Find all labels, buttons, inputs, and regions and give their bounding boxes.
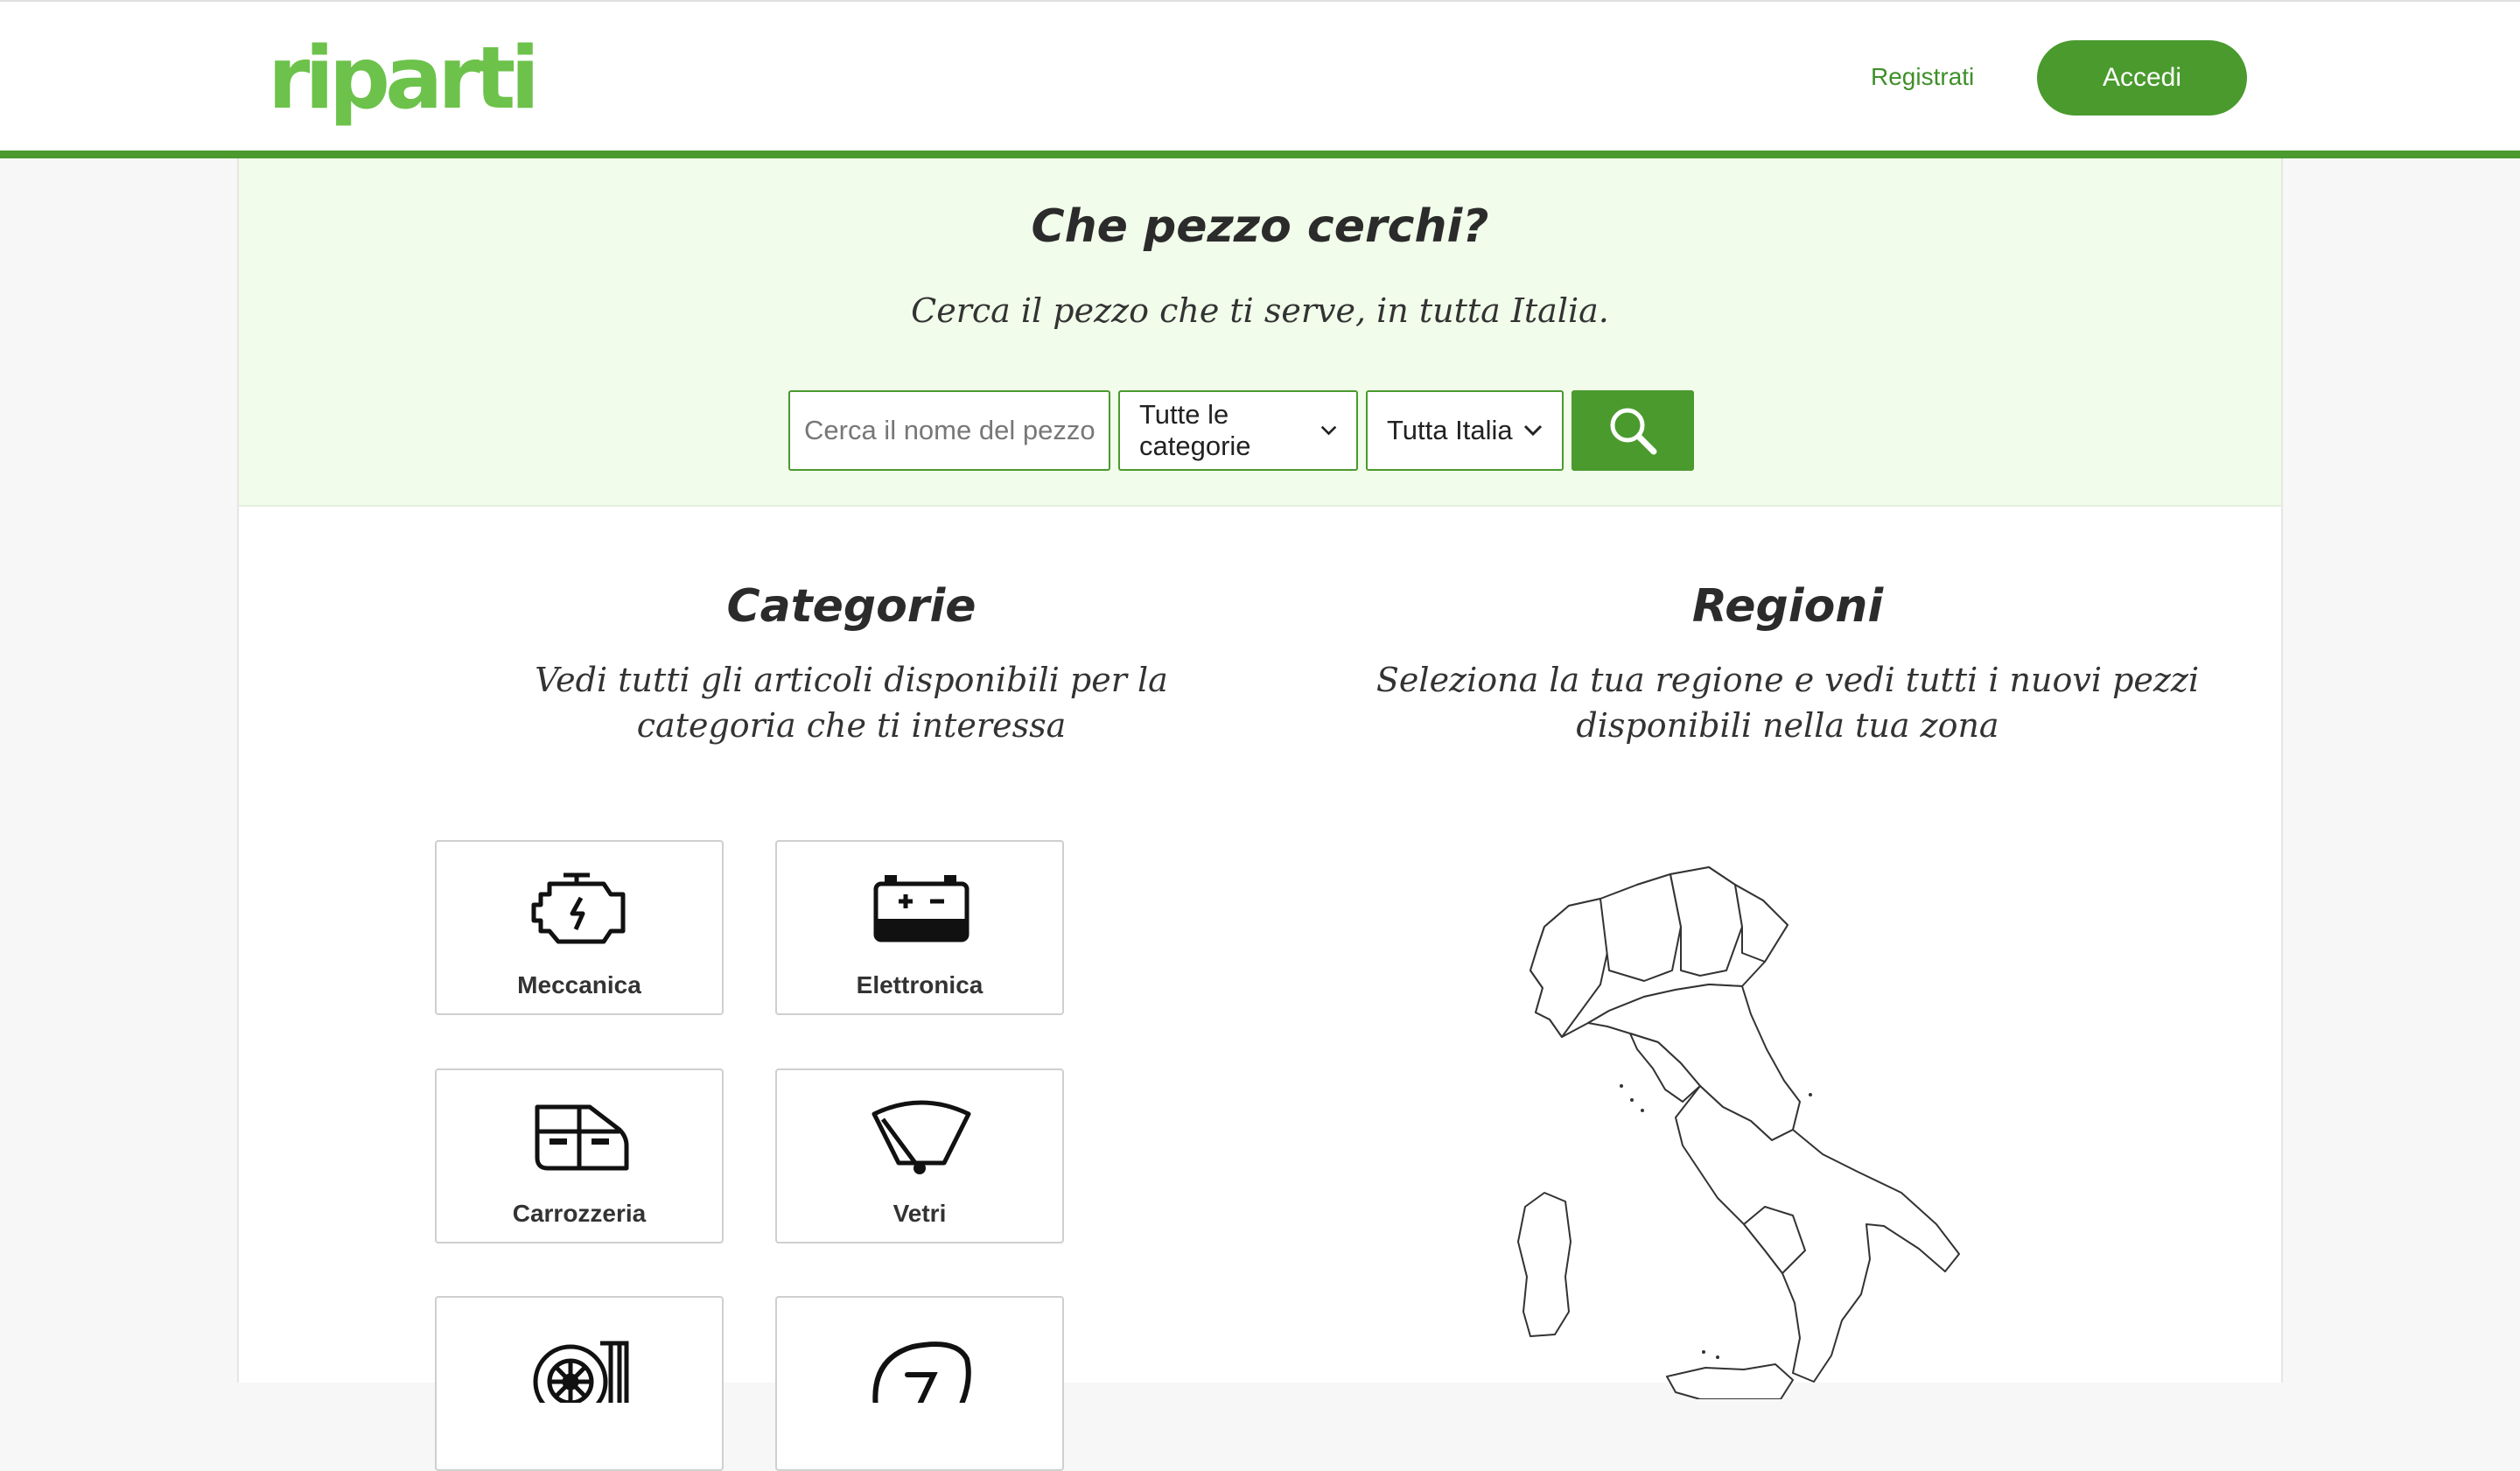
category-label: Elettronica — [856, 971, 984, 998]
categories-description: Vedi tutti gli articoli disponibili per … — [414, 657, 1289, 748]
map-region-south[interactable] — [1675, 1085, 1960, 1383]
regions-description-line1: Seleziona la tua regione e vedi tutti i … — [1376, 661, 2200, 699]
wheel-icon — [533, 1341, 629, 1403]
map-region-lombardia — [1600, 873, 1682, 982]
category-label: Carrozzeria — [512, 1200, 647, 1227]
register-link[interactable]: Registrati — [1871, 63, 1974, 91]
category-card-meccanica[interactable]: Meccanica — [435, 840, 724, 1015]
category-select[interactable]: Tutte le categorie — [1118, 390, 1358, 471]
italy-regions-map[interactable] — [1446, 839, 2024, 1399]
categories-description-line1: Vedi tutti gli articoli disponibili per … — [535, 661, 1168, 699]
region-select[interactable]: Tutta Italia — [1366, 390, 1564, 471]
hero-title: Che pezzo cerchi? — [1031, 200, 1489, 253]
search-button[interactable] — [1572, 390, 1694, 471]
category-label: Meccanica — [517, 971, 641, 998]
chevron-down-icon — [1523, 424, 1543, 437]
main-container: Che pezzo cerchi? Cerca il pezzo che ti … — [237, 158, 2283, 1471]
riparti-logo[interactable]: riparti — [268, 26, 540, 131]
map-region-sardegna[interactable] — [1517, 1192, 1572, 1337]
category-card-seat[interactable] — [775, 1296, 1064, 1471]
engine-icon — [531, 872, 626, 944]
seat-icon — [872, 1341, 971, 1403]
categories-description-line2: categoria che ti interessa — [636, 706, 1067, 745]
login-button[interactable]: Accedi — [2037, 40, 2247, 116]
category-card-vetri[interactable]: Vetri — [775, 1068, 1064, 1243]
battery-icon — [873, 875, 970, 942]
category-card-elettronica[interactable]: Elettronica — [775, 840, 1064, 1015]
category-card-carrozzeria[interactable]: Carrozzeria — [435, 1068, 724, 1243]
regions-description: Seleziona la tua regione e vedi tutti i … — [1306, 657, 2269, 748]
region-select-value: Tutta Italia — [1387, 415, 1513, 445]
regions-description-line2: disponibili nella tua zona — [1576, 706, 1999, 745]
header-divider — [0, 151, 2520, 158]
map-region-friuli — [1734, 884, 1788, 963]
search-hero: Che pezzo cerchi? Cerca il pezzo che ti … — [239, 158, 2281, 507]
search-bar: Tutte le categorie Tutta Italia — [788, 390, 1694, 471]
car-door-icon — [535, 1104, 629, 1171]
search-icon — [1610, 408, 1657, 455]
regions-title: Regioni — [1691, 580, 1884, 633]
category-select-value: Tutte le categorie — [1139, 399, 1251, 461]
chevron-down-icon — [1320, 425, 1337, 436]
windshield-wiper-icon — [872, 1100, 971, 1174]
site-header: riparti Registrati Accedi — [0, 0, 2520, 151]
search-input[interactable] — [788, 390, 1110, 471]
category-card-wheel[interactable] — [435, 1296, 724, 1471]
hero-subtitle: Cerca il pezzo che ti serve, in tutta It… — [911, 291, 1609, 330]
map-region-sicilia[interactable] — [1666, 1363, 1794, 1399]
category-label: Vetri — [892, 1200, 947, 1227]
categories-title: Categorie — [726, 580, 976, 633]
